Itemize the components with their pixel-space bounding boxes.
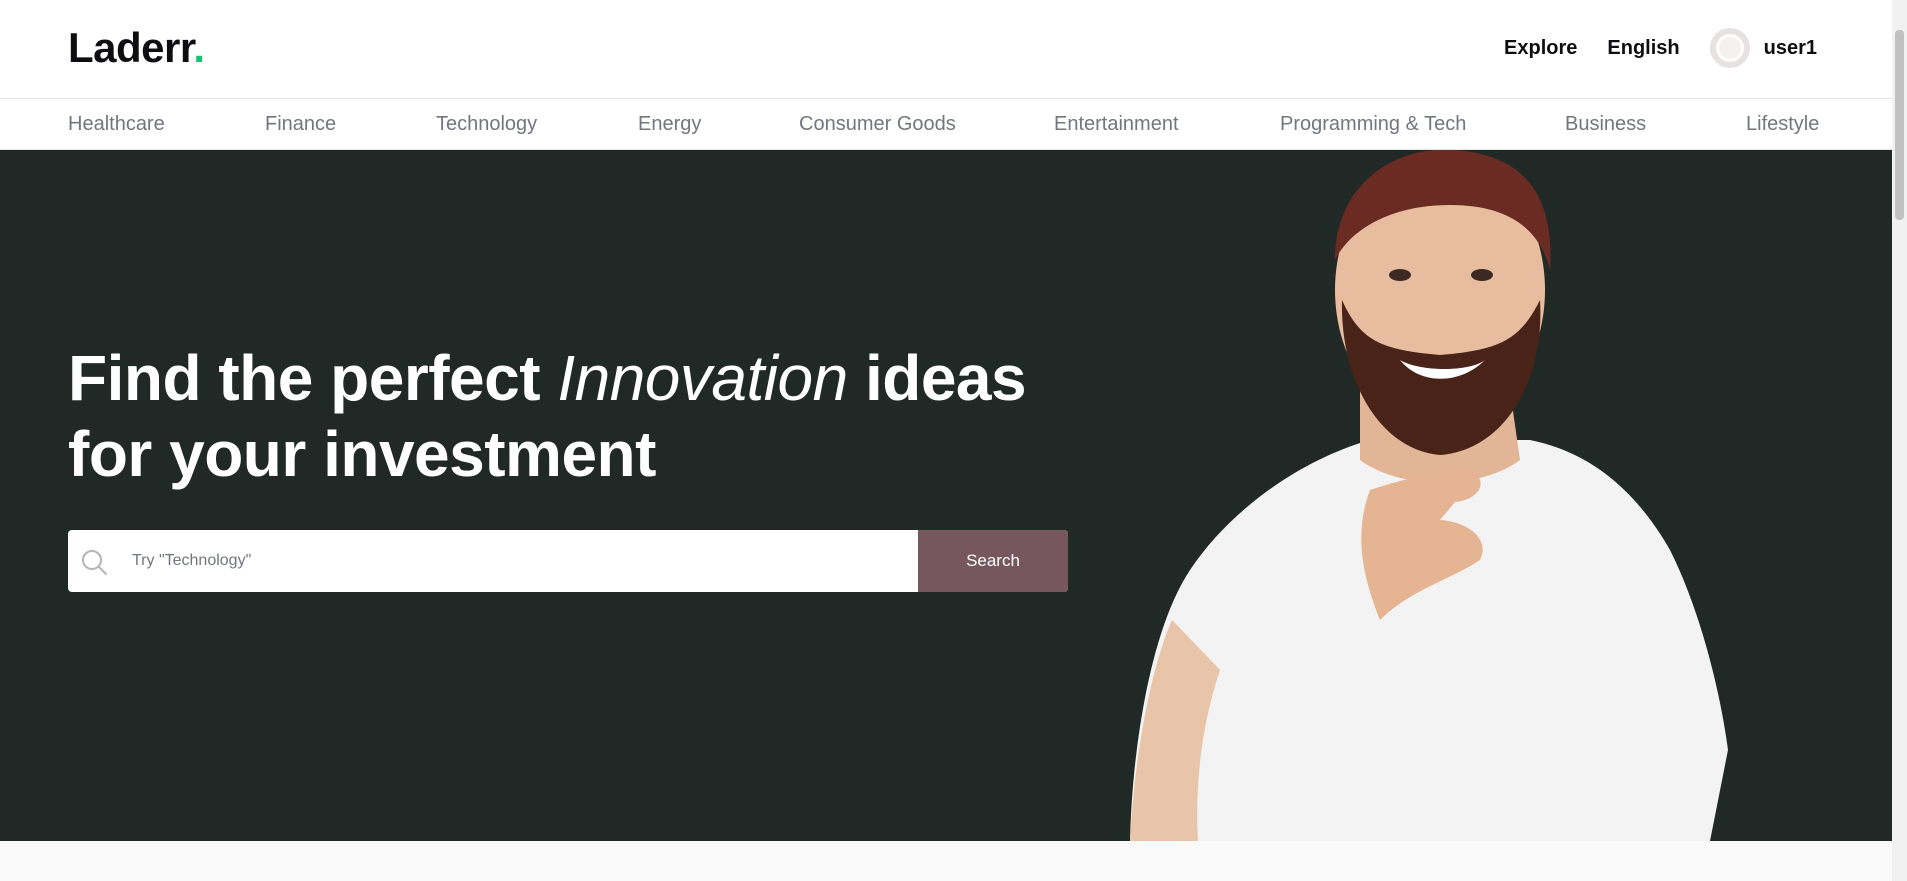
category-healthcare[interactable]: Healthcare [68, 113, 165, 136]
category-entertainment[interactable]: Entertainment [1054, 113, 1179, 136]
header-nav: Explore English user1 [1474, 28, 1817, 68]
explore-link[interactable]: Explore [1504, 28, 1577, 68]
hero-headline: Find the perfect Innovation ideas for yo… [68, 340, 1028, 492]
logo-dot: . [193, 24, 205, 71]
user-avatar-icon[interactable] [1709, 28, 1750, 68]
below-hero-section [0, 841, 1892, 881]
page: Laderr. Explore English user1 Healthcare… [0, 0, 1907, 881]
hero-section: Find the perfect Innovation ideas for yo… [0, 150, 1892, 841]
search-icon [82, 550, 107, 575]
category-consumer-goods[interactable]: Consumer Goods [799, 113, 956, 136]
hero-person-image [1130, 150, 1728, 841]
logo-text: Laderr [68, 24, 194, 71]
username[interactable]: user1 [1764, 28, 1817, 68]
headline-part1: Find the perfect [68, 342, 558, 414]
category-programming-tech[interactable]: Programming & Tech [1280, 113, 1466, 136]
headline-italic: Innovation [557, 342, 848, 414]
logo[interactable]: Laderr. [68, 24, 205, 72]
language-link[interactable]: English [1607, 28, 1679, 68]
page-scrollbar[interactable] [1892, 0, 1907, 881]
scrollbar-thumb[interactable] [1895, 30, 1904, 220]
category-menu: Healthcare Finance Technology Energy Con… [0, 99, 1892, 150]
search-input[interactable] [130, 530, 980, 592]
top-header: Laderr. Explore English user1 [0, 0, 1892, 99]
category-energy[interactable]: Energy [638, 113, 701, 136]
search-button[interactable]: Search [918, 530, 1068, 592]
category-technology[interactable]: Technology [436, 113, 537, 136]
category-business[interactable]: Business [1565, 113, 1646, 136]
category-lifestyle[interactable]: Lifestyle [1746, 113, 1819, 136]
category-finance[interactable]: Finance [265, 113, 336, 136]
search-bar: Search [68, 530, 1068, 592]
